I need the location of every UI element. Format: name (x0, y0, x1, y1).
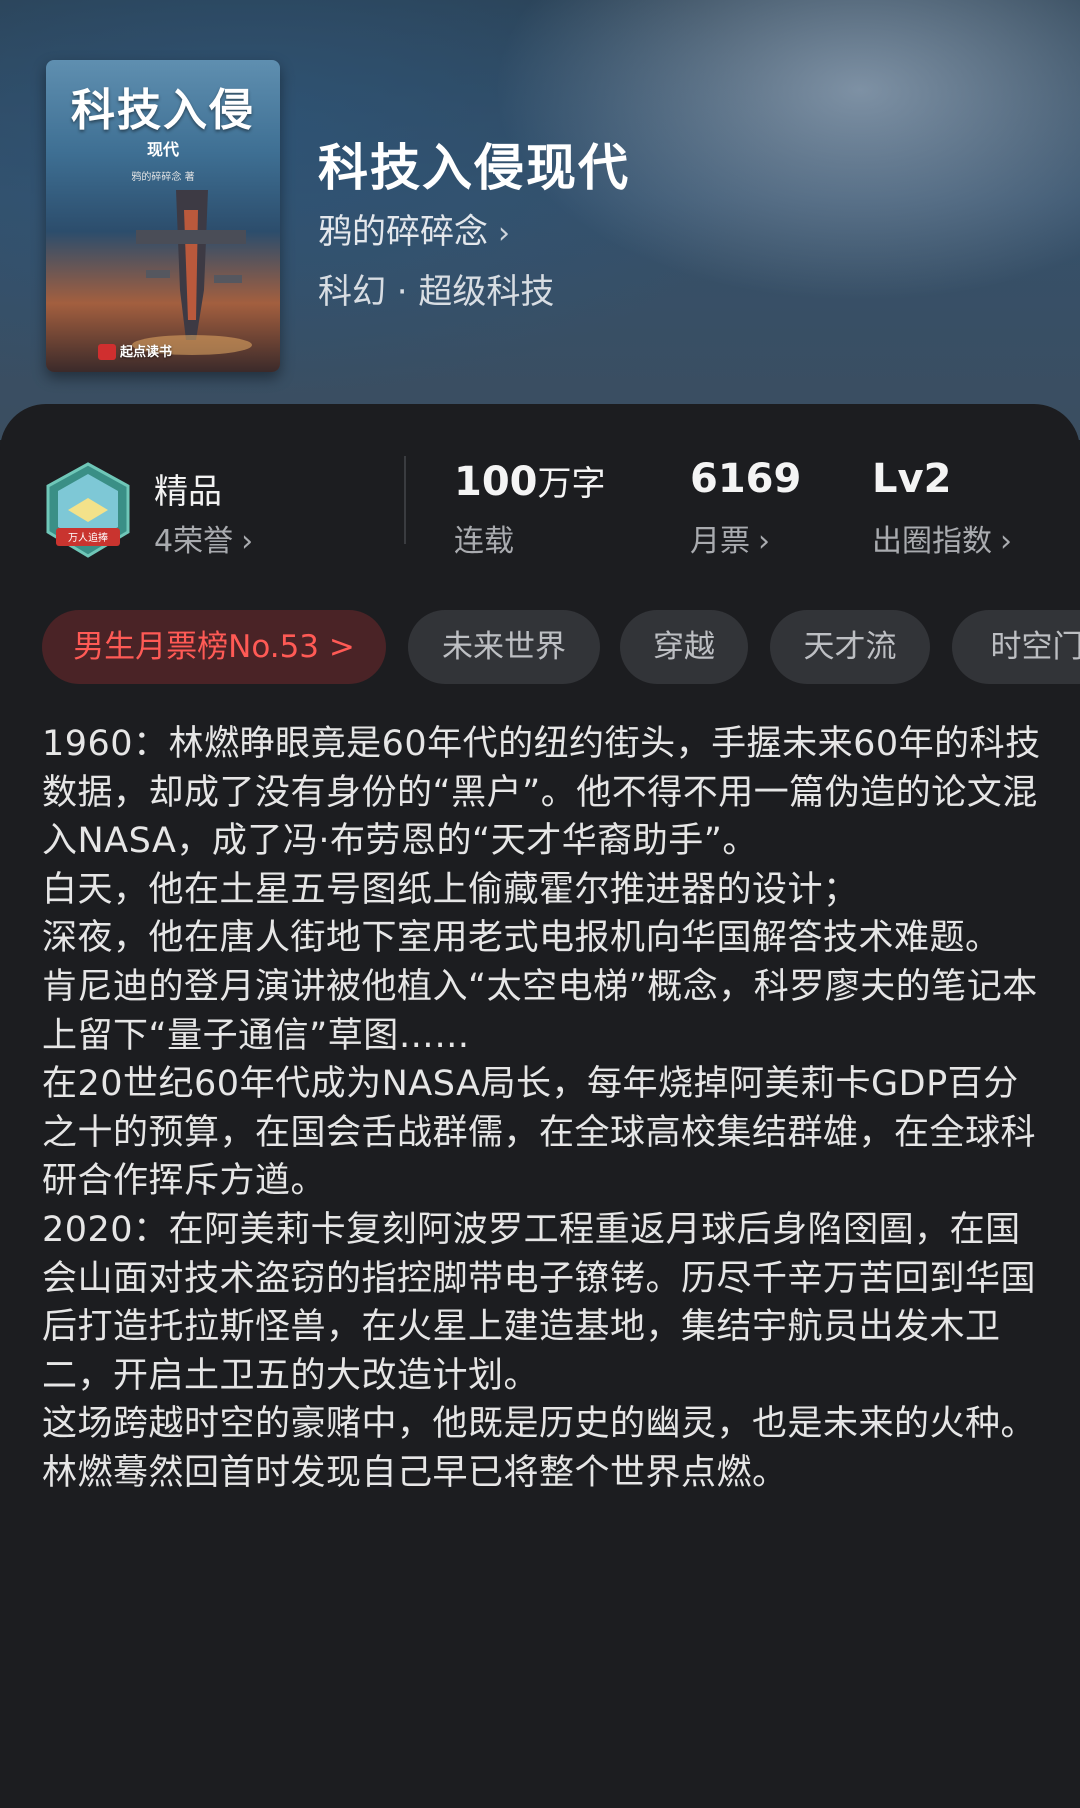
tag-rank[interactable]: 男生月票榜No.53 > (42, 610, 386, 684)
description-paragraph: 2020：在阿美莉卡复刻阿波罗工程重返月球后身陷囹圄，在国会山面对技术盗窃的指控… (42, 1209, 1037, 1396)
cover-publisher: 起点读书 (120, 345, 173, 360)
stats-divider (404, 456, 406, 544)
description-paragraph: 在20世纪60年代成为NASA局长，每年烧掉阿美莉卡GDP百分之十的预算，在国会… (42, 1064, 1037, 1202)
book-cover[interactable]: 科技入侵 现代 鸦的碎碎念 著 起点读书 (46, 60, 280, 372)
book-detail-panel: 万人追捧 精品 4荣誉 › 100万字 连载 6169 月票 › Lv2 出圈指数 ›… (0, 404, 1080, 1808)
monthly-votes-count: 6169 (690, 456, 802, 502)
tag-item[interactable]: 天才流 (770, 610, 930, 684)
publisher-logo-icon (98, 344, 116, 360)
cover-subtitle: 现代 (146, 140, 179, 159)
serial-status: 连载 (454, 524, 514, 559)
monthly-votes-link[interactable]: 月票 › (690, 516, 770, 560)
tag-item[interactable]: 时空门 (952, 610, 1080, 684)
cover-title: 科技入侵 (71, 85, 255, 136)
book-title: 科技入侵现代 (318, 139, 630, 197)
chevron-right-icon: › (758, 524, 770, 559)
tag-item[interactable]: 未来世界 (408, 610, 600, 684)
quality-badge-icon[interactable]: 万人追捧 (44, 462, 132, 558)
author-link[interactable]: 鸦的碎碎念 › (318, 204, 510, 253)
book-description: 1960：林燃睁眼竟是60年代的纽约街头，手握未来60年的科技数据，却成了没有身… (42, 720, 1042, 1498)
honors-link[interactable]: 4荣誉 › (154, 516, 253, 560)
cover-author: 鸦的碎碎念 著 (131, 172, 195, 183)
tag-item[interactable]: 穿越 (620, 610, 748, 684)
circle-index-link[interactable]: 出圈指数 › (872, 516, 1012, 560)
monthly-votes-label: 月票 (690, 524, 750, 559)
description-paragraph: 林燃蓦然回首时发现自己早已将整个世界点燃。 (42, 1452, 788, 1493)
description-paragraph: 白天，他在土星五号图纸上偷藏霍尔推进器的设计； (42, 869, 859, 910)
description-paragraph: 深夜，他在唐人街地下室用老式电报机向华国解答技术难题。 (42, 918, 1001, 959)
honors-count: 4荣誉 (154, 524, 234, 559)
description-paragraph: 肯尼迪的登月演讲被他植入“太空电梯”概念，科罗廖夫的笔记本上留下“量子通信”草图… (42, 966, 1038, 1056)
book-genre: 科幻 · 超级科技 (318, 272, 555, 312)
svg-text:万人追捧: 万人追捧 (68, 531, 108, 544)
circle-index-level: Lv2 (872, 456, 952, 502)
description-paragraph: 这场跨越时空的豪赌中，他既是历史的幽灵，也是未来的火种。 (42, 1404, 1037, 1445)
tag-list: 男生月票榜No.53 > 未来世界 穿越 天才流 时空门 (0, 610, 1080, 686)
book-header: 科技入侵 现代 鸦的碎碎念 著 起点读书 科技入侵现代 鸦的碎碎念 › 科幻 · … (0, 0, 1080, 440)
quality-label: 精品 (154, 472, 222, 512)
chevron-right-icon: › (1000, 524, 1012, 559)
description-paragraph: 1960：林燃睁眼竟是60年代的纽约街头，手握未来60年的科技数据，却成了没有身… (42, 724, 1041, 862)
chevron-right-icon: › (498, 216, 510, 251)
word-count: 100万字 (454, 459, 606, 505)
circle-index-label: 出圈指数 (872, 524, 992, 559)
chevron-right-icon: › (241, 524, 254, 559)
author-name: 鸦的碎碎念 (318, 212, 488, 252)
